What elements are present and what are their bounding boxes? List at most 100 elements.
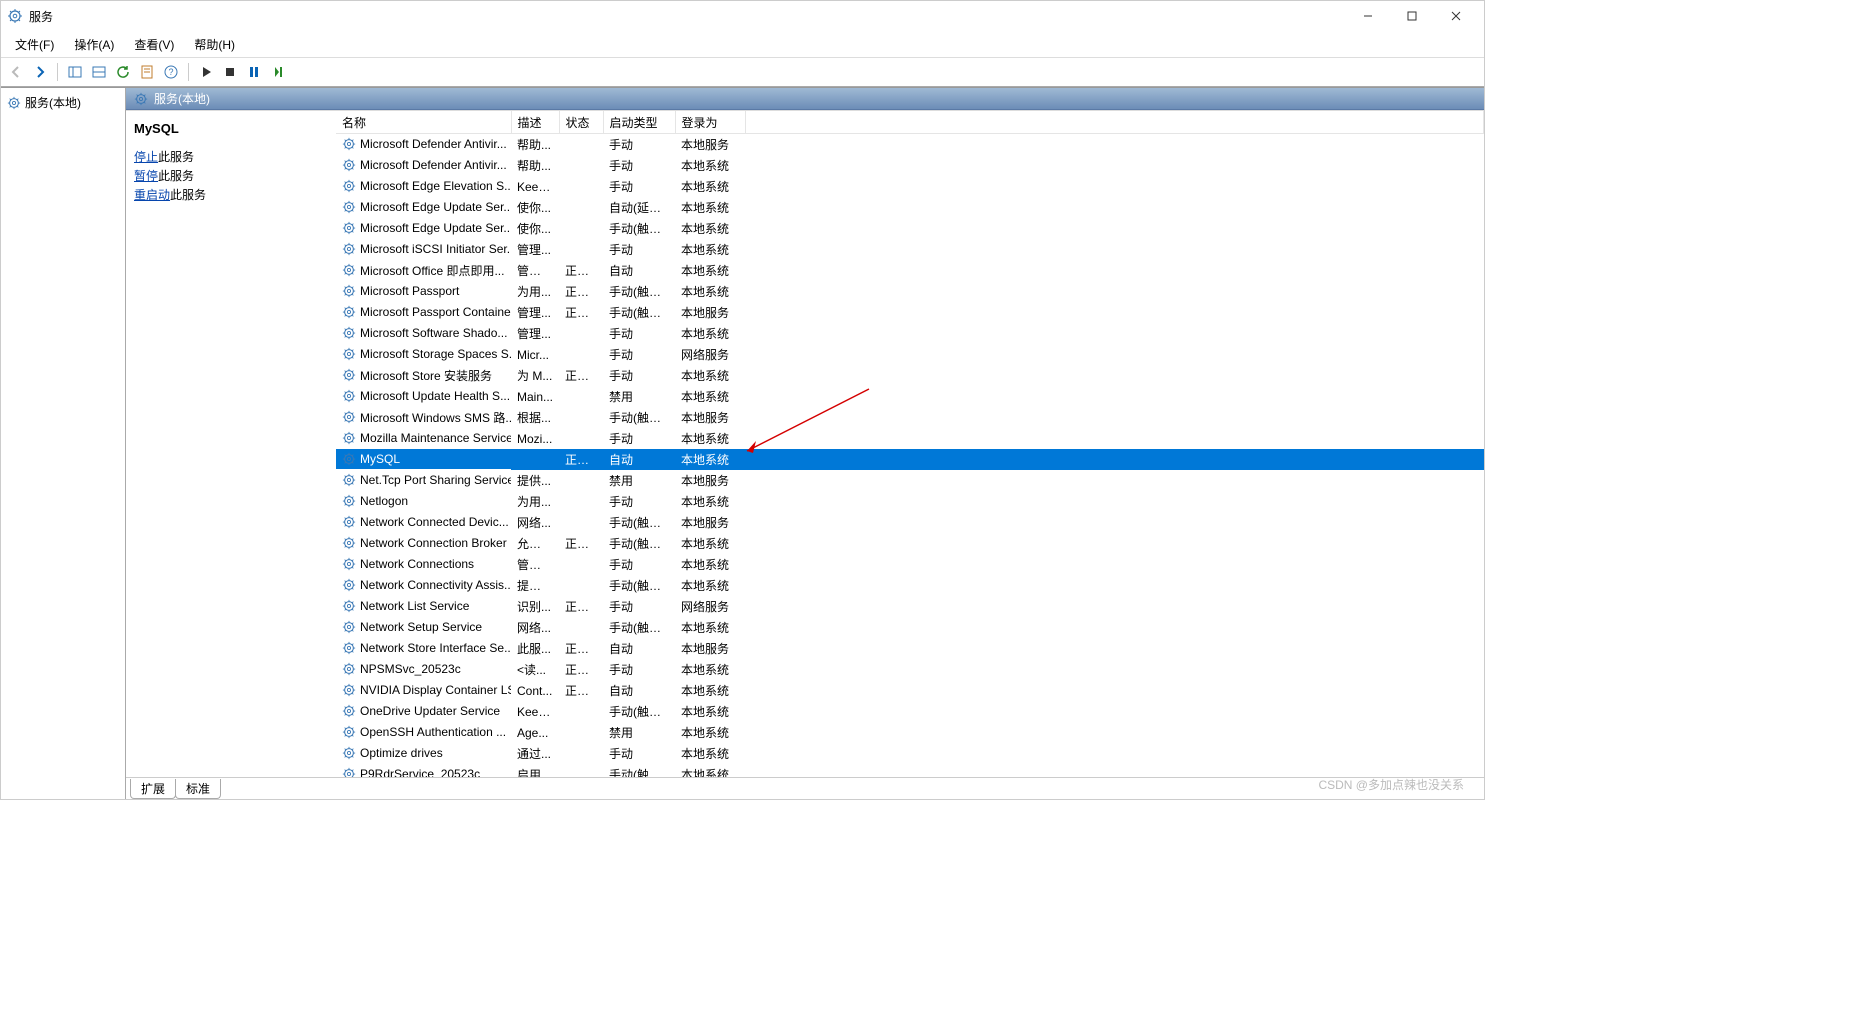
cell-status (559, 407, 603, 428)
table-row[interactable]: Optimize drives通过...手动本地系统 (336, 743, 1484, 764)
cell-logon: 本地服务 (675, 407, 745, 428)
table-row[interactable]: Network List Service识别...正在...手动网络服务 (336, 596, 1484, 617)
col-desc[interactable]: 描述 (511, 111, 559, 134)
service-name: Network Connections (360, 557, 474, 571)
table-row[interactable]: Network Setup Service网络...手动(触发...本地系统 (336, 617, 1484, 638)
service-name: NVIDIA Display Container LS (360, 683, 511, 697)
restart-link[interactable]: 重启动 (134, 188, 170, 202)
cell-status (559, 617, 603, 638)
menu-action[interactable]: 操作(A) (64, 36, 124, 53)
cell-logon: 网络服务 (675, 344, 745, 365)
col-name[interactable]: 名称 (336, 111, 511, 134)
pause-button[interactable] (243, 61, 265, 83)
table-row[interactable]: Network Connected Devic...网络...手动(触发...本… (336, 512, 1484, 533)
table-row[interactable]: NPSMSvc_20523c<读...正在...手动本地系统 (336, 659, 1484, 680)
table-row[interactable]: Microsoft Edge Elevation S...Keep...手动本地… (336, 176, 1484, 197)
cell-desc: 提供... (511, 470, 559, 491)
help-button[interactable]: ? (160, 61, 182, 83)
table-row[interactable]: Microsoft Edge Update Ser...使你...自动(延迟..… (336, 197, 1484, 218)
forward-button[interactable] (29, 61, 51, 83)
service-name: Mozilla Maintenance Service (360, 431, 511, 445)
detail-header-label: 服务(本地) (154, 90, 210, 107)
table-row[interactable]: Microsoft Windows SMS 路...根据...手动(触发...本… (336, 407, 1484, 428)
minimize-button[interactable] (1346, 4, 1390, 28)
table-row[interactable]: Microsoft Defender Antivir...帮助...手动本地系统 (336, 155, 1484, 176)
cell-startup: 手动(触发... (603, 617, 675, 638)
table-row[interactable]: Microsoft Storage Spaces S...Micr...手动网络… (336, 344, 1484, 365)
col-logon[interactable]: 登录为 (675, 111, 745, 134)
table-row[interactable]: Microsoft Office 即点即用...管理 ...正在...自动本地系… (336, 260, 1484, 281)
menu-view[interactable]: 查看(V) (124, 36, 184, 53)
gear-icon (342, 305, 356, 319)
cell-logon: 本地系统 (675, 260, 745, 281)
gear-icon (342, 725, 356, 739)
cell-desc: 管理... (511, 323, 559, 344)
table-row[interactable]: Microsoft Update Health S...Main...禁用本地系… (336, 386, 1484, 407)
table-row[interactable]: Microsoft Software Shado...管理...手动本地系统 (336, 323, 1484, 344)
cell-logon: 本地服务 (675, 512, 745, 533)
cell-logon: 本地系统 (675, 449, 745, 470)
cell-startup: 手动 (603, 155, 675, 176)
cell-startup: 手动 (603, 428, 675, 449)
col-startup[interactable]: 启动类型 (603, 111, 675, 134)
pause-link[interactable]: 暂停 (134, 169, 158, 183)
properties-button[interactable] (136, 61, 158, 83)
export-button[interactable] (88, 61, 110, 83)
back-button[interactable] (5, 61, 27, 83)
nav-tree: 服务(本地) (1, 88, 126, 799)
menu-help[interactable]: 帮助(H) (184, 36, 245, 53)
cell-desc: 帮助... (511, 134, 559, 155)
maximize-button[interactable] (1390, 4, 1434, 28)
stop-link[interactable]: 停止 (134, 150, 158, 164)
close-button[interactable] (1434, 4, 1478, 28)
cell-desc: 为用... (511, 281, 559, 302)
service-name: Network Setup Service (360, 620, 482, 634)
cell-logon: 本地服务 (675, 638, 745, 659)
service-name: Microsoft Passport (360, 284, 459, 298)
cell-startup: 手动 (603, 659, 675, 680)
cell-status (559, 155, 603, 176)
tab-extended[interactable]: 扩展 (130, 779, 176, 799)
table-row[interactable]: Microsoft iSCSI Initiator Ser...管理...手动本… (336, 239, 1484, 260)
table-row[interactable]: Microsoft Edge Update Ser...使你...手动(触发..… (336, 218, 1484, 239)
action-suffix: 此服务 (170, 188, 206, 202)
table-row[interactable]: Microsoft Defender Antivir...帮助...手动本地服务 (336, 134, 1484, 155)
table-row[interactable]: Net.Tcp Port Sharing Service提供...禁用本地服务 (336, 470, 1484, 491)
table-row[interactable]: NVIDIA Display Container LSCont...正在...自… (336, 680, 1484, 701)
service-name: P9RdrService_20523c (360, 767, 480, 777)
cell-logon: 本地服务 (675, 134, 745, 155)
table-row[interactable]: Microsoft Store 安装服务为 M...正在...手动本地系统 (336, 365, 1484, 386)
table-row[interactable]: Network Connection Broker允许 ...正在...手动(触… (336, 533, 1484, 554)
cell-startup: 禁用 (603, 386, 675, 407)
stop-button[interactable] (219, 61, 241, 83)
table-row[interactable]: OpenSSH Authentication ...Age...禁用本地系统 (336, 722, 1484, 743)
table-row[interactable]: Network Connections管理"...手动本地系统 (336, 554, 1484, 575)
table-row[interactable]: OneDrive Updater ServiceKeep...手动(触发...本… (336, 701, 1484, 722)
nav-root-item[interactable]: 服务(本地) (3, 92, 123, 113)
cell-status (559, 764, 603, 777)
service-name: NPSMSvc_20523c (360, 662, 461, 676)
view-tabs: 扩展 标准 (126, 777, 1484, 799)
table-row[interactable]: Network Connectivity Assis...提供 ...手动(触发… (336, 575, 1484, 596)
restart-button[interactable] (267, 61, 289, 83)
refresh-button[interactable] (112, 61, 134, 83)
table-row[interactable]: Microsoft Passport为用...正在...手动(触发...本地系统 (336, 281, 1484, 302)
table-row[interactable]: Netlogon为用...手动本地系统 (336, 491, 1484, 512)
table-row[interactable]: Microsoft Passport Container管理...正在...手动… (336, 302, 1484, 323)
tab-standard[interactable]: 标准 (175, 779, 221, 799)
menu-file[interactable]: 文件(F) (5, 36, 64, 53)
gear-icon (342, 284, 356, 298)
table-row[interactable]: Network Store Interface Se...此服...正在...自… (336, 638, 1484, 659)
cell-startup: 自动 (603, 638, 675, 659)
table-row[interactable]: MySQL正在...自动本地系统 (336, 449, 1484, 470)
table-row[interactable]: Mozilla Maintenance ServiceMozi...手动本地系统 (336, 428, 1484, 449)
table-row[interactable]: P9RdrService_20523c启用...手动(触发...本地系统 (336, 764, 1484, 777)
cell-status: 正在... (559, 638, 603, 659)
services-grid[interactable]: 名称 描述 状态 启动类型 登录为 Microsoft Defender Ant… (336, 111, 1484, 777)
cell-logon: 本地系统 (675, 176, 745, 197)
show-hide-button[interactable] (64, 61, 86, 83)
col-status[interactable]: 状态 (559, 111, 603, 134)
cell-desc: 启用... (511, 764, 559, 777)
cell-status: 正在... (559, 302, 603, 323)
start-button[interactable] (195, 61, 217, 83)
